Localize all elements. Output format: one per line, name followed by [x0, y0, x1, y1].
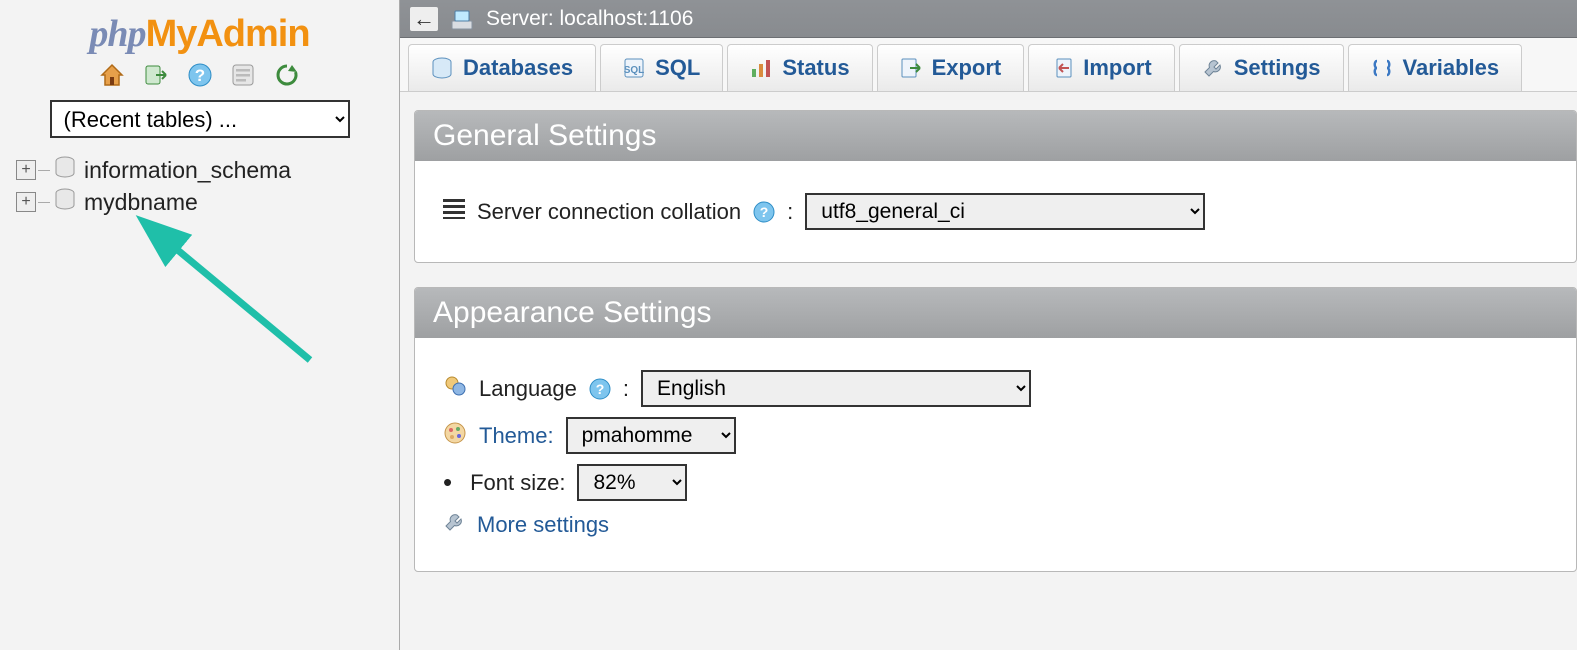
tree-connector	[38, 202, 50, 203]
tab-label: Status	[782, 55, 849, 81]
variables-icon	[1371, 57, 1393, 79]
collation-label: Server connection collation	[477, 199, 741, 225]
collation-select[interactable]: utf8_general_ci	[805, 193, 1205, 230]
row-theme: Theme: pmahomme	[443, 417, 1548, 454]
import-icon	[1051, 57, 1073, 79]
fontsize-label: Font size:	[470, 470, 565, 496]
back-arrow-button[interactable]: ←	[410, 7, 438, 31]
expand-icon[interactable]: +	[16, 160, 36, 180]
svg-text:?: ?	[596, 381, 605, 397]
tab-label: Variables	[1403, 55, 1500, 81]
tab-variables[interactable]: Variables	[1348, 44, 1523, 91]
help-icon[interactable]: ?	[187, 62, 213, 88]
server-label: Server: localhost:1106	[486, 7, 693, 31]
server-bar: ← Server: localhost:1106	[400, 0, 1577, 38]
expand-icon[interactable]: +	[16, 192, 36, 212]
wrench-icon	[443, 511, 465, 539]
db-name-label: information_schema	[84, 157, 291, 184]
sidebar-toolbar: ?	[8, 62, 391, 88]
sql-query-icon[interactable]	[230, 62, 256, 88]
tab-label: Export	[932, 55, 1002, 81]
tab-status[interactable]: Status	[727, 44, 872, 91]
tab-label: Import	[1083, 55, 1151, 81]
language-select[interactable]: English	[641, 370, 1031, 407]
tab-label: Settings	[1234, 55, 1321, 81]
colon: :	[787, 199, 793, 225]
export-icon	[900, 57, 922, 79]
tab-import[interactable]: Import	[1028, 44, 1174, 91]
panel-general-settings: General Settings Server connection colla…	[414, 110, 1577, 263]
database-icon	[54, 188, 76, 216]
theme-select[interactable]: pmahomme	[566, 417, 736, 454]
svg-text:?: ?	[760, 204, 769, 220]
refresh-icon[interactable]	[274, 62, 300, 88]
logout-icon[interactable]	[143, 62, 169, 88]
logo-part-admin: Admin	[196, 13, 309, 55]
panel-title: General Settings	[415, 111, 1576, 161]
database-icon	[54, 156, 76, 184]
tab-label: Databases	[463, 55, 573, 81]
fontsize-select[interactable]: 82%	[577, 464, 687, 501]
row-more-settings: More settings	[443, 511, 1548, 539]
tree-connector	[38, 170, 50, 171]
tab-export[interactable]: Export	[877, 44, 1025, 91]
sql-icon: SQL	[623, 57, 645, 79]
home-icon[interactable]	[99, 62, 125, 88]
more-settings-link[interactable]: More settings	[477, 512, 609, 538]
sidebar: phpMyAdmin ? (Recent tables) ... + infor…	[0, 0, 400, 650]
database-tree: + information_schema + mydbname	[8, 156, 391, 216]
db-name-label: mydbname	[84, 189, 198, 216]
main: ← Server: localhost:1106 Databases SQL S…	[400, 0, 1577, 650]
status-icon	[750, 57, 772, 79]
theme-label-link[interactable]: Theme:	[479, 423, 554, 449]
tab-sql[interactable]: SQL SQL	[600, 44, 723, 91]
tab-databases[interactable]: Databases	[408, 44, 596, 91]
svg-text:?: ?	[194, 66, 204, 85]
row-fontsize: • Font size: 82%	[443, 464, 1548, 501]
panel-appearance-settings: Appearance Settings Language ? : English	[414, 287, 1577, 572]
content-area: General Settings Server connection colla…	[400, 92, 1577, 596]
server-icon	[450, 7, 474, 31]
bullet-icon: •	[443, 467, 452, 498]
theme-icon	[443, 421, 467, 451]
help-icon[interactable]: ?	[589, 378, 611, 400]
tab-label: SQL	[655, 55, 700, 81]
logo-part-php: php	[89, 13, 145, 55]
help-icon[interactable]: ?	[753, 201, 775, 223]
tabs-bar: Databases SQL SQL Status Export Import	[400, 38, 1577, 92]
language-icon	[443, 374, 467, 404]
logo-part-my: My	[146, 13, 197, 55]
recent-tables-select[interactable]: (Recent tables) ...	[50, 100, 350, 138]
language-label: Language	[479, 376, 577, 402]
panel-title: Appearance Settings	[415, 288, 1576, 338]
tab-settings[interactable]: Settings	[1179, 44, 1344, 91]
annotation-arrow-icon	[150, 230, 330, 370]
db-tree-item[interactable]: + information_schema	[16, 156, 391, 184]
logo: phpMyAdmin	[8, 12, 391, 56]
database-icon	[431, 57, 453, 79]
wrench-icon	[1202, 57, 1224, 79]
colon: :	[623, 376, 629, 402]
row-language: Language ? : English	[443, 370, 1548, 407]
row-collation: Server connection collation ? : utf8_gen…	[443, 193, 1548, 230]
db-tree-item[interactable]: + mydbname	[16, 188, 391, 216]
list-lines-icon	[443, 199, 465, 225]
svg-text:SQL: SQL	[624, 65, 645, 76]
